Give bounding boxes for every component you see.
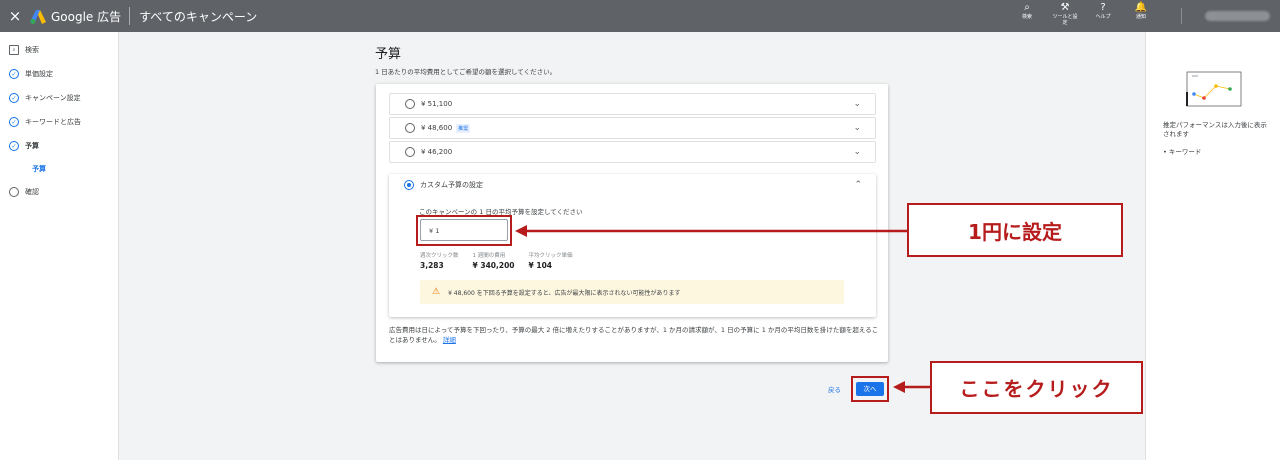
callout-click-here: ここをクリック (930, 361, 1143, 414)
callout-set-one-yen: 1円に設定 (907, 203, 1123, 257)
